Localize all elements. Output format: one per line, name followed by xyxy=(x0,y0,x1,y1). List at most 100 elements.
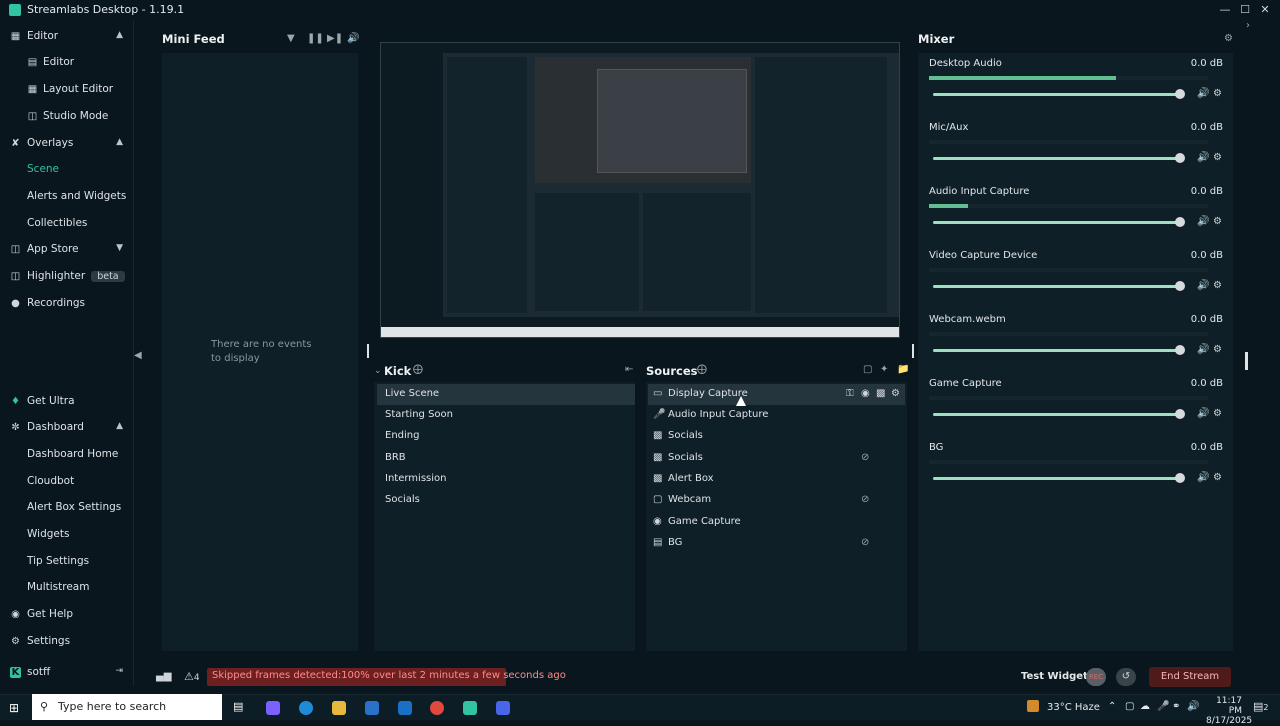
replay-buffer-icon[interactable]: ↺ xyxy=(1116,668,1136,686)
gear-icon[interactable]: ⚙ xyxy=(1213,152,1222,163)
scene-item[interactable]: Socials xyxy=(377,490,635,511)
scene-collection-chevron-icon[interactable]: ⌄ xyxy=(374,366,382,376)
sidebar-item-layout-editor[interactable]: ▦ Layout Editor xyxy=(0,79,134,101)
source-filter-icon[interactable]: ✦ xyxy=(880,364,888,375)
sidebar-item-get-help[interactable]: ◉ Get Help xyxy=(0,604,134,626)
volume-slider[interactable] xyxy=(933,285,1179,288)
cloud-icon[interactable]: ☁ xyxy=(1140,701,1150,712)
source-item[interactable]: ▩ Socials ⊘ xyxy=(648,448,905,469)
chrome-icon[interactable] xyxy=(430,701,444,715)
sidebar-item-alerts-widgets[interactable]: Alerts and Widgets xyxy=(0,186,134,208)
mixer-scrollbar[interactable] xyxy=(1245,352,1248,370)
source-item[interactable]: ▭ Display Capture ⚿ ◉ ▩ ⚙ xyxy=(648,384,905,405)
volume-slider-handle[interactable] xyxy=(1175,409,1185,419)
scene-collection-title[interactable]: Kick xyxy=(384,364,411,378)
chevron-up-icon[interactable]: ▲ xyxy=(116,421,123,431)
warning-icon[interactable]: ⚠4 xyxy=(184,670,200,683)
preview-resize-handle-right[interactable] xyxy=(912,344,914,358)
volume-slider-handle[interactable] xyxy=(1175,281,1185,291)
windows-start-icon[interactable]: ⊞ xyxy=(9,701,19,715)
streamlabs-taskbar-icon[interactable] xyxy=(463,701,477,715)
stats-chart-icon[interactable]: ▄▆ xyxy=(156,671,171,682)
gear-icon[interactable]: ⚙ xyxy=(891,388,900,399)
lock-icon[interactable]: ⚿ xyxy=(846,388,854,399)
task-view-icon[interactable]: ▤ xyxy=(233,700,243,713)
mute-speaker-icon[interactable]: 🔊 xyxy=(1197,152,1209,163)
sidebar-item-editor-sub[interactable]: ▤ Editor xyxy=(0,52,134,74)
source-item[interactable]: 🎤 Audio Input Capture xyxy=(648,405,905,426)
sidebar-item-widgets[interactable]: Widgets xyxy=(0,524,134,546)
chevron-down-icon[interactable]: ▼ xyxy=(116,243,123,253)
app-taskbar-icon[interactable] xyxy=(496,701,510,715)
weather-text[interactable]: 33°C Haze xyxy=(1047,702,1100,713)
chevron-up-icon[interactable]: ▲ xyxy=(116,137,123,147)
mute-speaker-icon[interactable]: 🔊 xyxy=(1197,408,1209,419)
scene-item[interactable]: Intermission xyxy=(377,469,635,490)
clock[interactable]: 11:17 PM 8/17/2025 xyxy=(1206,696,1252,726)
mute-speaker-icon[interactable]: 🔊 xyxy=(1197,280,1209,291)
volume-slider-handle[interactable] xyxy=(1175,89,1185,99)
speaker-icon[interactable]: 🔊 xyxy=(1187,701,1199,712)
gear-icon[interactable]: ⚙ xyxy=(1213,88,1222,99)
scene-item[interactable]: BRB xyxy=(377,448,635,469)
notifications-icon[interactable]: ▤2 xyxy=(1253,700,1269,713)
end-stream-button[interactable]: End Stream xyxy=(1149,667,1231,687)
stream-preview[interactable] xyxy=(380,42,900,338)
gear-icon[interactable]: ⚙ xyxy=(1213,408,1222,419)
source-item[interactable]: ▩ Socials xyxy=(648,426,905,447)
eye-icon[interactable]: ◉ xyxy=(861,388,870,399)
sidebar-item-dashboard[interactable]: ✼ Dashboard ▲ xyxy=(0,417,134,439)
add-scene-icon[interactable]: ⨁ xyxy=(413,364,423,375)
volume-slider[interactable] xyxy=(933,93,1179,96)
volume-slider[interactable] xyxy=(933,157,1179,160)
wifi-icon[interactable]: ⚭ xyxy=(1172,701,1180,712)
volume-slider[interactable] xyxy=(933,477,1179,480)
volume-slider[interactable] xyxy=(933,413,1179,416)
skip-icon[interactable]: ▶❚ xyxy=(327,33,343,44)
chevron-up-icon[interactable]: ▲ xyxy=(116,30,123,40)
volume-slider-handle[interactable] xyxy=(1175,345,1185,355)
sidebar-item-alert-box-settings[interactable]: Alert Box Settings xyxy=(0,497,134,519)
gear-icon[interactable]: ⚙ xyxy=(1213,344,1222,355)
mute-speaker-icon[interactable]: 🔊 xyxy=(1197,344,1209,355)
scene-transition-icon[interactable]: ⇤ xyxy=(625,364,633,375)
close-button[interactable]: ✕ xyxy=(1257,2,1273,18)
sidebar-item-settings[interactable]: ⚙ Settings xyxy=(0,631,134,653)
edge-icon[interactable] xyxy=(299,701,313,715)
file-explorer-icon[interactable] xyxy=(332,701,346,715)
test-widgets-button[interactable]: Test Widgets xyxy=(1021,671,1094,682)
source-item[interactable]: ▩ Alert Box xyxy=(648,469,905,490)
expand-chevron-icon[interactable]: › xyxy=(1246,20,1250,31)
minimize-button[interactable]: — xyxy=(1217,2,1233,18)
trash-icon[interactable]: ▩ xyxy=(876,388,885,399)
volume-slider-handle[interactable] xyxy=(1175,217,1185,227)
sidebar-item-collectibles[interactable]: Collectibles xyxy=(0,213,134,235)
sidebar-item-studio-mode[interactable]: ◫ Studio Mode xyxy=(0,106,134,128)
source-item[interactable]: ▢ Webcam ⊘ xyxy=(648,490,905,511)
volume-icon[interactable]: 🔊 xyxy=(347,33,359,44)
preview-resize-handle-left[interactable] xyxy=(367,344,369,358)
sidebar-item-dashboard-home[interactable]: Dashboard Home xyxy=(0,444,134,466)
source-view-icon[interactable]: ▢ xyxy=(863,364,872,375)
source-item[interactable]: ◉ Game Capture xyxy=(648,512,905,533)
eye-slash-icon[interactable]: ⊘ xyxy=(861,452,869,463)
mute-speaker-icon[interactable]: 🔊 xyxy=(1197,216,1209,227)
sidebar-item-app-store[interactable]: ◫ App Store ▼ xyxy=(0,239,134,261)
scene-item[interactable]: Starting Soon xyxy=(377,405,635,426)
weather-icon[interactable] xyxy=(1027,700,1039,712)
filter-icon[interactable]: ▼ xyxy=(287,33,295,44)
sidebar-item-get-ultra[interactable]: ♦ Get Ultra xyxy=(0,391,134,413)
add-folder-icon[interactable]: 📁 xyxy=(897,364,909,375)
add-source-icon[interactable]: ⨁ xyxy=(697,364,707,375)
scene-item[interactable]: Live Scene xyxy=(377,384,635,405)
gear-icon[interactable]: ⚙ xyxy=(1213,216,1222,227)
volume-slider[interactable] xyxy=(933,349,1179,352)
collapse-sidebar-icon[interactable]: ◀ xyxy=(134,350,144,364)
store-icon[interactable] xyxy=(365,701,379,715)
pause-icon[interactable]: ❚❚ xyxy=(307,33,324,44)
volume-slider-handle[interactable] xyxy=(1175,473,1185,483)
outlook-icon[interactable] xyxy=(398,701,412,715)
logout-icon[interactable]: ⇥ xyxy=(115,666,123,676)
sidebar-item-tip-settings[interactable]: Tip Settings xyxy=(0,551,134,573)
tray-app-icon[interactable]: ▢ xyxy=(1125,701,1134,712)
